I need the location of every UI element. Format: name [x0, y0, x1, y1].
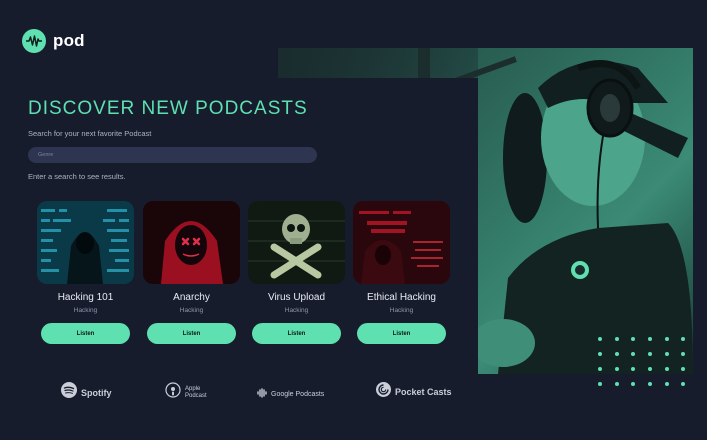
- listen-button[interactable]: Listen: [252, 323, 341, 344]
- decorative-dot-grid: [598, 337, 698, 397]
- pocket-casts-link[interactable]: Pocket Casts: [376, 382, 452, 402]
- listen-button[interactable]: Listen: [147, 323, 236, 344]
- podcast-title: Anarchy: [173, 292, 210, 303]
- search-hint: Enter a search to see results.: [28, 172, 126, 181]
- apple-label-line2: Podcast: [185, 392, 207, 399]
- podcast-category: Hacking: [284, 307, 309, 314]
- spotify-icon: [61, 382, 77, 403]
- app-frame: pod DISCOVER NEW PODCASTS Search for you…: [0, 0, 707, 440]
- skull-crossbones-image[interactable]: [248, 201, 345, 284]
- hooded-hacker-code-image[interactable]: [37, 201, 134, 284]
- pocket-casts-icon: [376, 382, 391, 402]
- pocket-casts-label: Pocket Casts: [395, 387, 452, 397]
- google-podcasts-icon: [257, 385, 267, 403]
- waveform-icon: [22, 29, 46, 53]
- google-podcasts-link[interactable]: Google Podcasts: [257, 385, 324, 403]
- red-hoodie-mask-image[interactable]: [143, 201, 240, 284]
- podcast-category: Hacking: [179, 307, 204, 314]
- podcast-card[interactable]: Anarchy Hacking Listen: [143, 201, 240, 346]
- podcast-category: Hacking: [73, 307, 98, 314]
- apple-podcast-icon: [165, 382, 181, 403]
- brand-logo[interactable]: pod: [22, 29, 85, 53]
- apple-podcast-link[interactable]: Apple Podcast: [165, 382, 207, 403]
- podcast-category: Hacking: [389, 307, 414, 314]
- podcast-card[interactable]: Hacking 101 Hacking Listen: [37, 201, 134, 346]
- spotify-link[interactable]: Spotify: [61, 382, 112, 403]
- listen-button[interactable]: Listen: [41, 323, 130, 344]
- podcast-title: Hacking 101: [57, 292, 114, 303]
- podcast-title: Virus Upload: [267, 292, 326, 303]
- search-input[interactable]: [28, 147, 317, 163]
- listen-button[interactable]: Listen: [357, 323, 446, 344]
- podcast-card[interactable]: Ethical Hacking Hacking Listen: [353, 201, 450, 346]
- podcast-card[interactable]: Virus Upload Hacking Listen: [248, 201, 345, 346]
- search-label: Search for your next favorite Podcast: [28, 129, 152, 138]
- podcast-title: Ethical Hacking: [367, 292, 436, 303]
- spotify-label: Spotify: [81, 387, 112, 398]
- page-title: DISCOVER NEW PODCASTS: [28, 98, 308, 119]
- ethical-hacking-hooded-image[interactable]: [353, 201, 450, 284]
- google-podcasts-label: Google Podcasts: [271, 390, 325, 398]
- brand-name: pod: [53, 31, 85, 50]
